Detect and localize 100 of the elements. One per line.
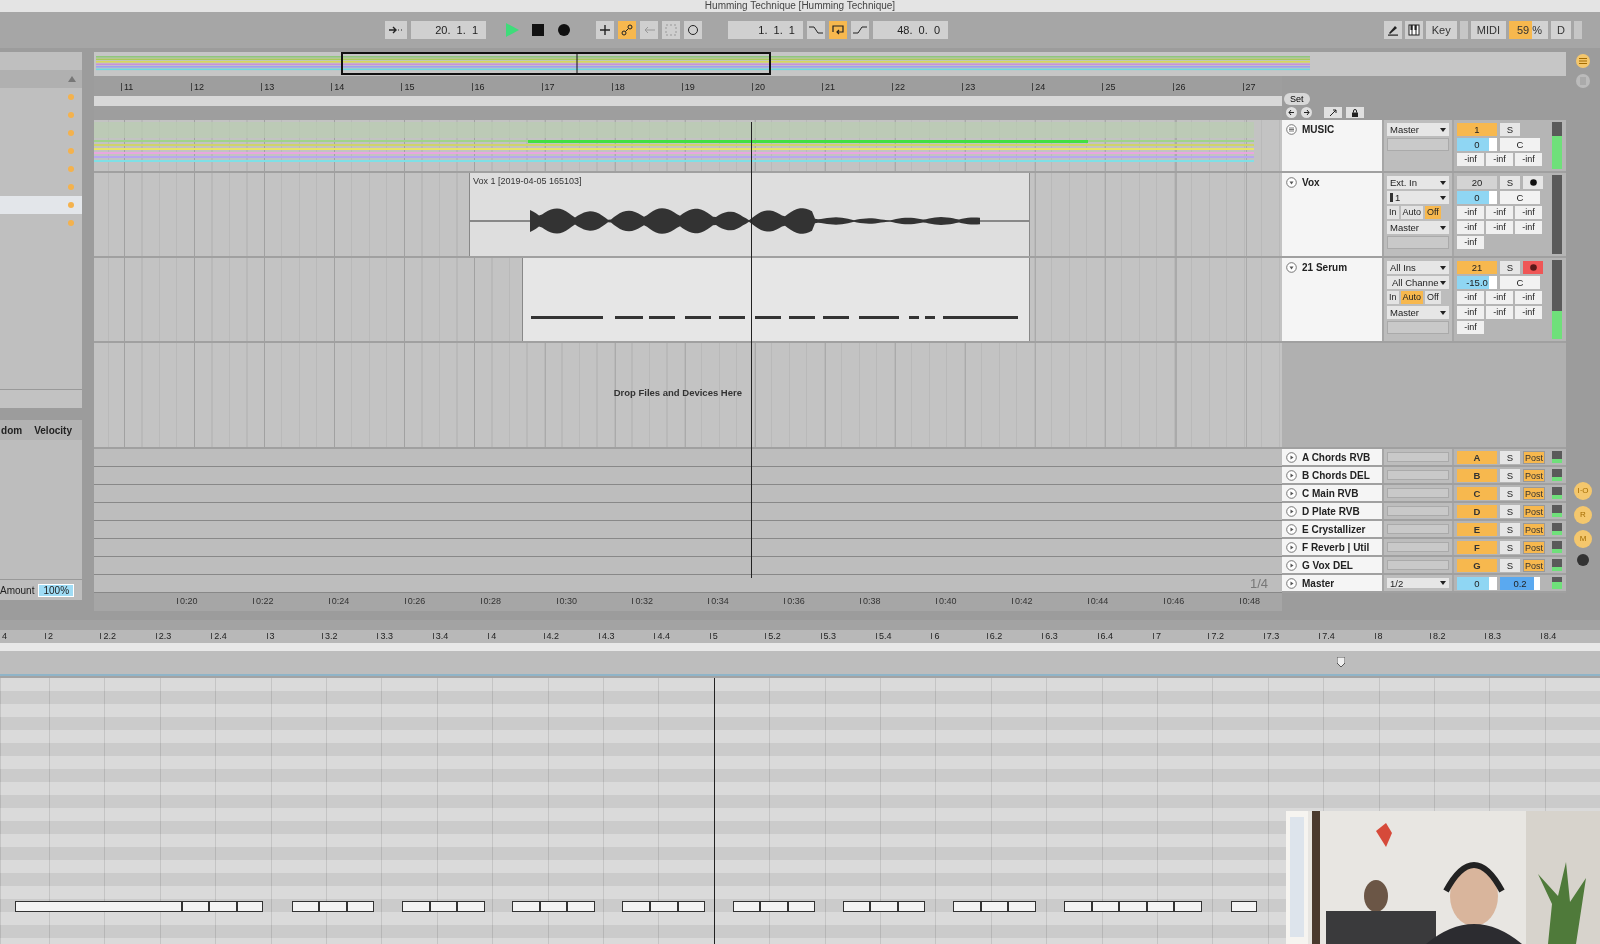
punch-in-button[interactable] [807, 21, 825, 39]
midi-map-button[interactable]: MIDI [1470, 21, 1506, 39]
midi-note[interactable] [622, 901, 650, 912]
midi-note[interactable] [512, 901, 540, 912]
pan-field[interactable]: C [1500, 138, 1540, 151]
key-map-button[interactable]: Key [1425, 21, 1457, 39]
send-field[interactable]: -inf [1457, 306, 1484, 319]
midi-note[interactable] [650, 901, 678, 912]
fold-icon[interactable] [1286, 262, 1297, 273]
amount-field[interactable]: 100% [38, 583, 75, 597]
stop-icon[interactable] [530, 22, 546, 38]
solo-button[interactable]: S [1500, 558, 1520, 572]
midi-note[interactable] [1174, 901, 1202, 912]
pan-field[interactable]: C [1500, 276, 1540, 289]
solo-button[interactable]: S [1500, 486, 1520, 500]
loop-start-field[interactable]: 1. 1. 1 [728, 21, 803, 39]
solo-button[interactable]: S [1500, 261, 1520, 274]
fold-icon[interactable] [1286, 177, 1297, 188]
dropdown[interactable]: All Ins [1387, 261, 1449, 274]
midi-note[interactable] [842, 901, 871, 912]
send-field[interactable]: -inf [1486, 153, 1513, 166]
midi-note[interactable] [402, 901, 430, 912]
track-activator[interactable]: G [1457, 558, 1497, 572]
send-field[interactable]: -inf [1457, 206, 1484, 219]
tempo-field[interactable]: 0.2 [1500, 576, 1540, 590]
send-mode-button[interactable]: Post [1523, 486, 1545, 500]
send-field[interactable]: -inf [1515, 221, 1542, 234]
dropdown[interactable]: Master [1387, 221, 1449, 234]
send-field[interactable]: -inf [1486, 221, 1513, 234]
previous-locator-button[interactable] [1286, 107, 1297, 118]
monitor-button[interactable]: Off [1425, 206, 1441, 219]
automation-arm-button[interactable] [618, 21, 636, 39]
midi-note[interactable] [236, 901, 264, 912]
dropdown[interactable]: Master [1387, 123, 1449, 136]
track-activator[interactable]: 20 [1457, 176, 1497, 189]
fold-icon[interactable] [1286, 487, 1297, 499]
lock-button[interactable] [1346, 107, 1364, 118]
send-field[interactable]: -inf [1457, 153, 1484, 166]
fold-icon[interactable] [1286, 559, 1297, 571]
send-field[interactable]: -inf [1457, 291, 1484, 304]
send-field[interactable]: -inf [1515, 306, 1542, 319]
dropdown[interactable]: 1/2 [1387, 578, 1449, 588]
add-button[interactable] [596, 21, 614, 39]
midi-note[interactable] [291, 901, 320, 912]
dropdown[interactable]: All Channe [1387, 276, 1449, 289]
track-activator[interactable]: 1 [1457, 123, 1497, 136]
audio-clip[interactable]: Vox 1 [2019-04-05 165103] [469, 173, 1030, 256]
loop-button[interactable] [829, 21, 847, 39]
punch-out-button[interactable] [851, 21, 869, 39]
send-mode-button[interactable]: Post [1523, 504, 1545, 518]
solo-button[interactable]: S [1500, 468, 1520, 482]
fold-icon[interactable] [1286, 523, 1297, 535]
send-field[interactable]: -inf [1486, 206, 1513, 219]
midi-note[interactable] [1146, 901, 1175, 912]
send-mode-button[interactable]: Post [1523, 522, 1545, 536]
record-icon[interactable] [556, 22, 572, 38]
loop-length-field[interactable]: 48. 0. 0 [873, 21, 948, 39]
solo-button[interactable]: S [1500, 450, 1520, 464]
midi-note[interactable] [457, 901, 485, 912]
send-mode-button[interactable]: Post [1523, 558, 1545, 572]
solo-button[interactable]: S [1500, 522, 1520, 536]
dropdown[interactable]: Master [1387, 306, 1449, 319]
midi-note[interactable] [181, 901, 210, 912]
marker-icon[interactable] [1337, 657, 1345, 667]
disk-button[interactable]: D [1551, 21, 1571, 39]
send-field[interactable]: -inf [1515, 206, 1542, 219]
track-activator[interactable]: F [1457, 540, 1497, 554]
monitor-button[interactable]: Off [1425, 291, 1441, 304]
midi-note[interactable] [539, 901, 568, 912]
send-field[interactable]: -inf [1457, 221, 1484, 234]
follow-button[interactable] [385, 21, 407, 39]
send-mode-button[interactable]: Post [1523, 540, 1545, 554]
midi-note[interactable] [346, 901, 375, 912]
volume-field[interactable]: 0 [1457, 576, 1497, 590]
dropdown[interactable]: 1 [1387, 191, 1449, 204]
track-activator[interactable]: E [1457, 522, 1497, 536]
midi-note[interactable] [567, 901, 595, 912]
midi-note[interactable] [1008, 901, 1036, 912]
monitor-button[interactable]: In [1387, 291, 1399, 304]
draw-mode-button[interactable] [1383, 21, 1402, 39]
volume-field[interactable]: -15.0 [1457, 276, 1497, 289]
fold-icon[interactable] [1286, 469, 1297, 481]
time-ruler[interactable]: 0:20 0:22 0:24 0:26 0:28 0:30 0:32 0:34 0:36 0:38 0:40 0:42 0:44 0:46 0:48 [94, 593, 1282, 611]
midi-note[interactable] [1064, 901, 1092, 912]
send-field[interactable]: -inf [1515, 153, 1542, 166]
volume-field[interactable]: 0 [1457, 138, 1497, 151]
midi-note[interactable] [980, 901, 1009, 912]
dropdown[interactable]: Ext. In [1387, 176, 1449, 189]
beat-ruler[interactable]: 4 2 2.2 2.3 2.4 3 3.2 3.3 3.4 4 4.2 4.3 4.4 5 5.2 5.3 5.4 6 6.2 6.3 6.4 7 7.2 7.3 7.4 8 8.2 8.3 8.4 [0, 630, 1600, 643]
list-icon[interactable] [1576, 54, 1590, 68]
midi-note[interactable] [319, 901, 347, 912]
midi-note[interactable] [732, 901, 761, 912]
pan-field[interactable]: C [1500, 191, 1540, 204]
fold-icon[interactable] [1286, 577, 1297, 589]
drop-area[interactable]: Drop Files and Devices Here [94, 343, 1282, 447]
track-activator[interactable]: C [1457, 486, 1497, 500]
overdub-button[interactable] [684, 21, 702, 39]
send-field[interactable]: -inf [1486, 306, 1513, 319]
monitor-button[interactable]: Auto [1400, 206, 1424, 219]
midi-note[interactable] [677, 901, 706, 912]
